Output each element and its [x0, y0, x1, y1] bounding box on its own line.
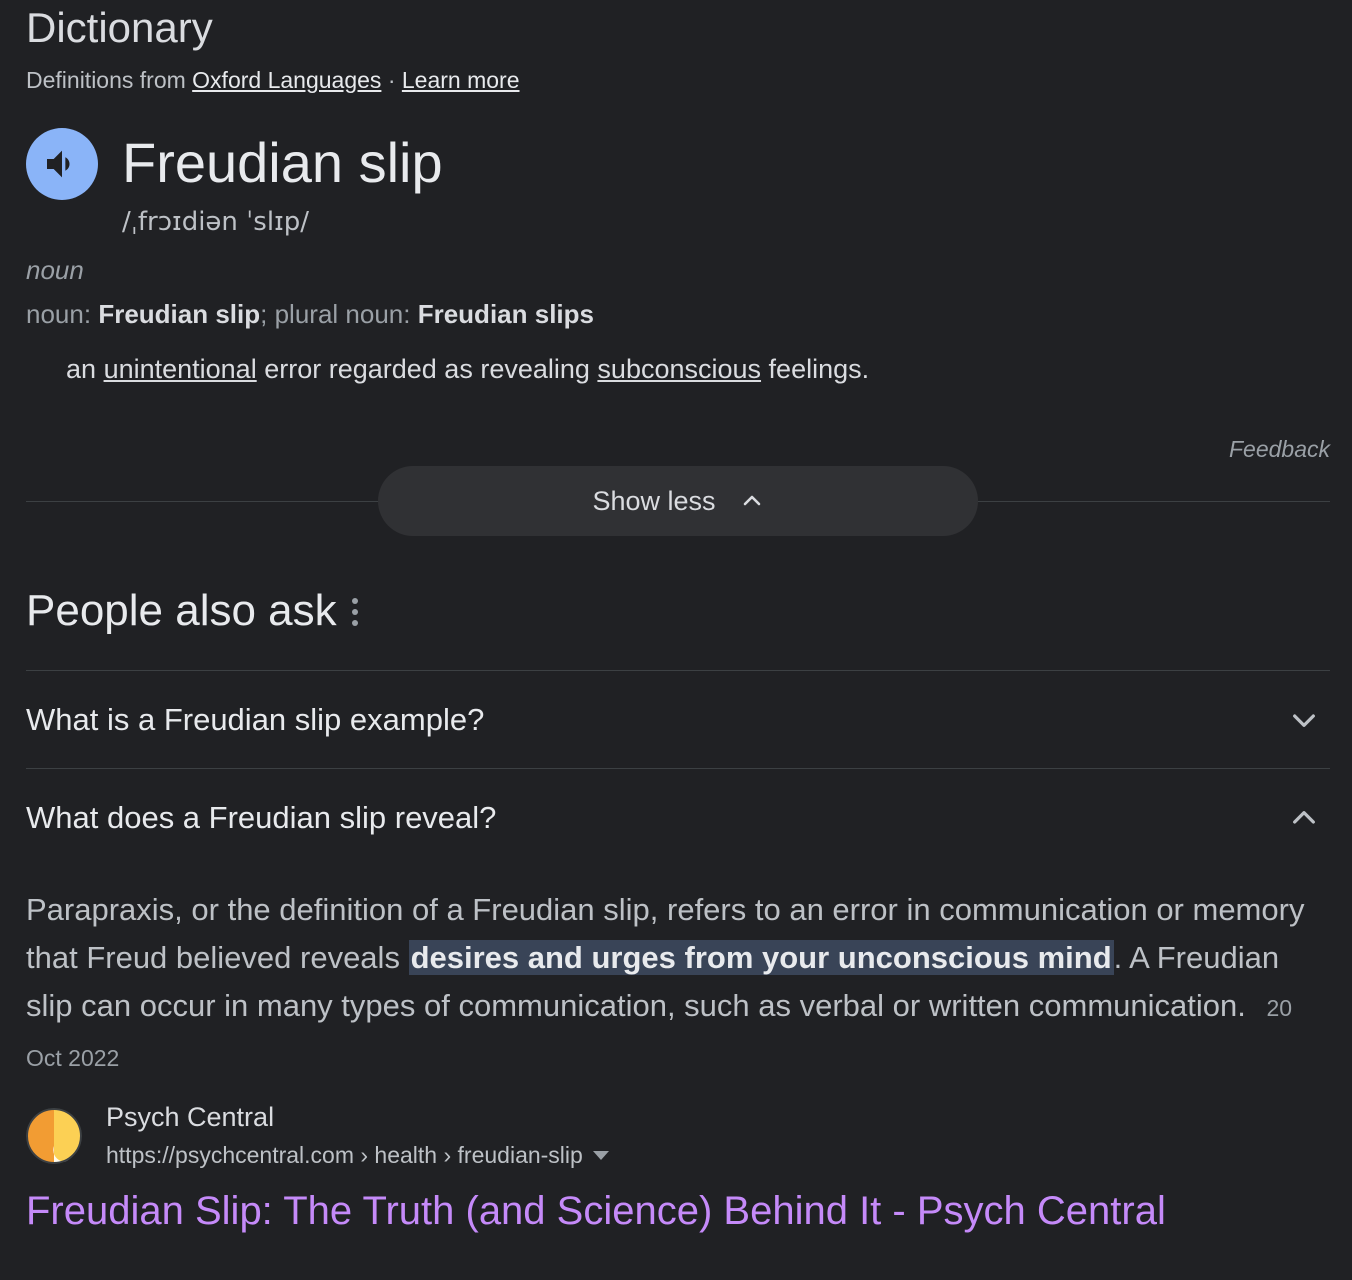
definitions-source-line: Definitions from Oxford Languages · Lear…	[26, 66, 520, 94]
learn-more-link[interactable]: Learn more	[402, 67, 520, 93]
source-url-row: https://psychcentral.com › health › freu…	[106, 1140, 609, 1170]
source-url[interactable]: https://psychcentral.com › health › freu…	[106, 1140, 583, 1170]
question-divider	[26, 670, 1330, 671]
feedback-link[interactable]: Feedback	[1229, 434, 1330, 464]
result-title-link[interactable]: Freudian Slip: The Truth (and Science) B…	[26, 1186, 1166, 1236]
answer-highlight: desires and urges from your unconscious …	[408, 940, 1114, 975]
definition-part: feelings.	[768, 354, 870, 384]
show-less-button[interactable]: Show less	[378, 466, 978, 536]
volume-icon	[47, 150, 70, 178]
definition-part: an	[66, 354, 97, 384]
pronunciation-audio-button[interactable]	[26, 128, 98, 200]
oxford-languages-link[interactable]: Oxford Languages	[192, 67, 381, 93]
part-of-speech: noun	[26, 255, 84, 285]
chevron-up-icon	[1293, 811, 1315, 824]
more-options-icon[interactable]	[346, 596, 364, 628]
dictionary-word: Freudian slip	[122, 131, 443, 194]
question-item[interactable]: What does a Freudian slip reveal?	[26, 770, 1330, 866]
caret-down-icon[interactable]	[592, 1150, 609, 1160]
answer-snippet: Parapraxis, or the definition of a Freud…	[26, 886, 1326, 1082]
word-forms: noun: Freudian slip; plural noun: Freudi…	[26, 298, 594, 330]
phonetic-spelling: /ˌfrɔɪdiən ˈslɪp/	[122, 207, 310, 237]
question-text: What does a Freudian slip reveal?	[26, 800, 497, 835]
source-prefix: Definitions from	[26, 67, 186, 93]
question-text: What is a Freudian slip example?	[26, 702, 485, 737]
source-separator: ·	[387, 67, 396, 93]
dictionary-heading: Dictionary	[26, 4, 213, 51]
question-divider	[26, 768, 1330, 769]
forms-value-plural: Freudian slips	[417, 299, 594, 329]
definition-text: an unintentional error regarded as revea…	[66, 352, 869, 386]
source-site-name[interactable]: Psych Central	[106, 1100, 274, 1134]
definition-part: error regarded as revealing	[264, 354, 590, 384]
psych-central-favicon	[26, 1108, 82, 1164]
search-results-page: Dictionary Definitions from Oxford Langu…	[0, 0, 1352, 1280]
unintentional-link[interactable]: unintentional	[104, 354, 257, 384]
question-item[interactable]: What is a Freudian slip example?	[26, 672, 1330, 768]
chevron-up-icon	[743, 495, 760, 506]
forms-value-singular: Freudian slip	[98, 299, 261, 329]
forms-label-singular: noun:	[26, 299, 92, 329]
forms-separator: ;	[260, 299, 268, 329]
subconscious-link[interactable]: subconscious	[597, 354, 761, 384]
chevron-down-icon	[1293, 714, 1315, 727]
people-also-ask-title: People also ask	[26, 586, 337, 635]
forms-label-plural: plural noun:	[274, 299, 411, 329]
show-less-label: Show less	[592, 485, 716, 516]
